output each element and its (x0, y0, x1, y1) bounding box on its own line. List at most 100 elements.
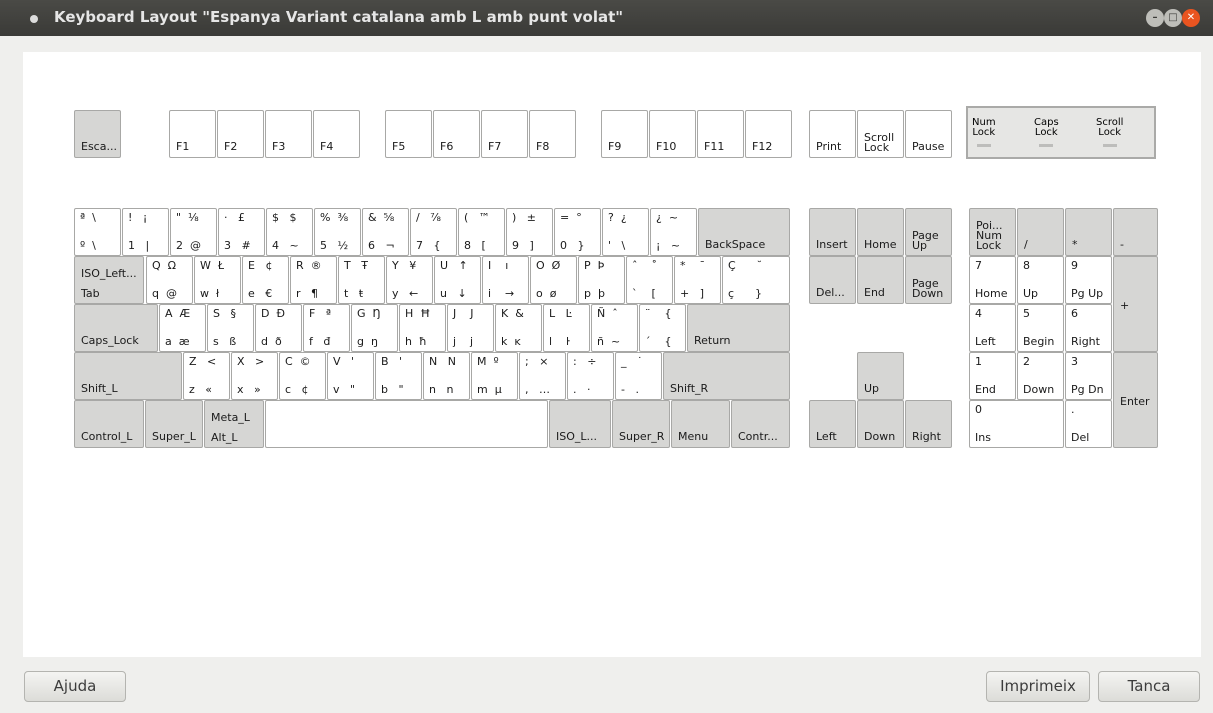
key-h[interactable]: H Ħ h ħ (399, 304, 446, 352)
key-altgr[interactable]: ISO_L... (549, 400, 611, 448)
key-end[interactable]: End (857, 256, 904, 304)
key-g[interactable]: G Ŋ g ŋ (351, 304, 398, 352)
key-t[interactable]: T Ŧ t ŧ (338, 256, 385, 304)
key-9[interactable]: ) ± 9 ] (506, 208, 553, 256)
key-i[interactable]: I ı i → (482, 256, 529, 304)
key-6[interactable]: & ⅝ 6 ¬ (362, 208, 409, 256)
key-comma[interactable]: ; × , … (519, 352, 566, 400)
key-kp4[interactable]: 4 Left (969, 304, 1016, 352)
key-r[interactable]: R ® r ¶ (290, 256, 337, 304)
key-k[interactable]: K & k ĸ (495, 304, 542, 352)
key-home[interactable]: Home (857, 208, 904, 256)
key-lbracket[interactable]: ˆ ˚ ` [ (626, 256, 673, 304)
key-5[interactable]: % ⅜ 5 ½ (314, 208, 361, 256)
key-l[interactable]: L Ŀ l ŀ (543, 304, 590, 352)
key-1[interactable]: ! ¡ 1 | (122, 208, 169, 256)
key-f4[interactable]: F4 (313, 110, 360, 158)
key-rsuper[interactable]: Super_R (612, 400, 670, 448)
key-insert[interactable]: Insert (809, 208, 856, 256)
key-scroll[interactable]: Scroll Lock (857, 110, 904, 158)
key-left[interactable]: Left (809, 400, 856, 448)
close-icon[interactable]: ✕ (1182, 9, 1200, 27)
key-kp7[interactable]: 7 Home (969, 256, 1016, 304)
key-menu[interactable]: Menu (671, 400, 730, 448)
key-w[interactable]: W Ł w ł (194, 256, 241, 304)
key-x[interactable]: X > x » (231, 352, 278, 400)
key-pgdn[interactable]: Page Down (905, 256, 952, 304)
key-lctrl[interactable]: Control_L (74, 400, 144, 448)
key-backspace[interactable]: BackSpace (698, 208, 790, 256)
key-f12[interactable]: F12 (745, 110, 792, 158)
key-s[interactable]: S § s ß (207, 304, 254, 352)
maximize-icon[interactable]: □ (1164, 9, 1182, 27)
key-right[interactable]: Right (905, 400, 952, 448)
key-kpsub[interactable]: - (1113, 208, 1158, 256)
key-kpadd[interactable]: + (1113, 256, 1158, 352)
key-tab[interactable]: ISO_Left... Tab (74, 256, 144, 304)
key-kpdec[interactable]: . Del (1065, 400, 1112, 448)
key-j[interactable]: J J j j (447, 304, 494, 352)
key-y[interactable]: Y ¥ y ← (386, 256, 433, 304)
key-m[interactable]: M º m µ (471, 352, 518, 400)
key-down[interactable]: Down (857, 400, 904, 448)
key-8[interactable]: ( ™ 8 [ (458, 208, 505, 256)
key-space[interactable] (265, 400, 548, 448)
key-f11[interactable]: F11 (697, 110, 744, 158)
key-kp6[interactable]: 6 Right (1065, 304, 1112, 352)
key-lsuper[interactable]: Super_L (145, 400, 203, 448)
key-caps[interactable]: Caps_Lock (74, 304, 158, 352)
key-equal[interactable]: ¿ ~ ¡ ~ (650, 208, 697, 256)
key-c[interactable]: C © c ¢ (279, 352, 326, 400)
key-kpenter[interactable]: Enter (1113, 352, 1158, 448)
key-pgup[interactable]: Page Up (905, 208, 952, 256)
key-v[interactable]: V ' v " (327, 352, 374, 400)
key-slash[interactable]: _ ˙ - . (615, 352, 662, 400)
key-d[interactable]: D Đ d ð (255, 304, 302, 352)
key-kp1[interactable]: 1 End (969, 352, 1016, 400)
key-a[interactable]: A Æ a æ (159, 304, 206, 352)
key-0[interactable]: = ° 0 } (554, 208, 601, 256)
key-kp9[interactable]: 9 Pg Up (1065, 256, 1112, 304)
key-p[interactable]: P Þ p þ (578, 256, 625, 304)
key-z[interactable]: Z < z « (183, 352, 230, 400)
key-esc[interactable]: Esca... (74, 110, 121, 158)
key-grave[interactable]: ª \ º \ (74, 208, 121, 256)
key-period[interactable]: : ÷ . · (567, 352, 614, 400)
key-return[interactable]: Return (687, 304, 790, 352)
key-kp8[interactable]: 8 Up (1017, 256, 1064, 304)
key-kpmul[interactable]: * (1065, 208, 1112, 256)
key-u[interactable]: U ↑ u ↓ (434, 256, 481, 304)
key-kpdiv[interactable]: / (1017, 208, 1064, 256)
key-e[interactable]: E ¢ e € (242, 256, 289, 304)
key-rshift[interactable]: Shift_R (663, 352, 790, 400)
key-lalt[interactable]: Meta_L Alt_L (204, 400, 264, 448)
key-f8[interactable]: F8 (529, 110, 576, 158)
key-acute[interactable]: ¨ {´ { (639, 304, 686, 352)
key-cedil[interactable]: Ç ˘ ç } (722, 256, 790, 304)
key-f7[interactable]: F7 (481, 110, 528, 158)
key-b[interactable]: B ' b " (375, 352, 422, 400)
key-delete[interactable]: Del... (809, 256, 856, 304)
key-q[interactable]: Q Ω q @ (146, 256, 193, 304)
key-7[interactable]: / ⅞ 7 { (410, 208, 457, 256)
key-numlock[interactable]: Poi... Num Lock (969, 208, 1016, 256)
close-button[interactable]: Tanca (1098, 671, 1200, 702)
key-f9[interactable]: F9 (601, 110, 648, 158)
key-minus[interactable]: ? ¿ ' \ (602, 208, 649, 256)
key-f2[interactable]: F2 (217, 110, 264, 158)
key-o[interactable]: O Ø o ø (530, 256, 577, 304)
key-n[interactable]: N N n n (423, 352, 470, 400)
key-4[interactable]: $ $ 4 ~ (266, 208, 313, 256)
key-f10[interactable]: F10 (649, 110, 696, 158)
key-rbracket[interactable]: * ¯ + ] (674, 256, 721, 304)
key-up[interactable]: Up (857, 352, 904, 400)
key-print[interactable]: Print (809, 110, 856, 158)
key-kp5[interactable]: 5 Begin (1017, 304, 1064, 352)
key-f6[interactable]: F6 (433, 110, 480, 158)
key-lshift[interactable]: Shift_L (74, 352, 182, 400)
title-bar[interactable]: Keyboard Layout "Espanya Variant catalan… (0, 0, 1213, 36)
key-f3[interactable]: F3 (265, 110, 312, 158)
key-f[interactable]: F ª f đ (303, 304, 350, 352)
key-pause[interactable]: Pause (905, 110, 952, 158)
key-kp3[interactable]: 3 Pg Dn (1065, 352, 1112, 400)
